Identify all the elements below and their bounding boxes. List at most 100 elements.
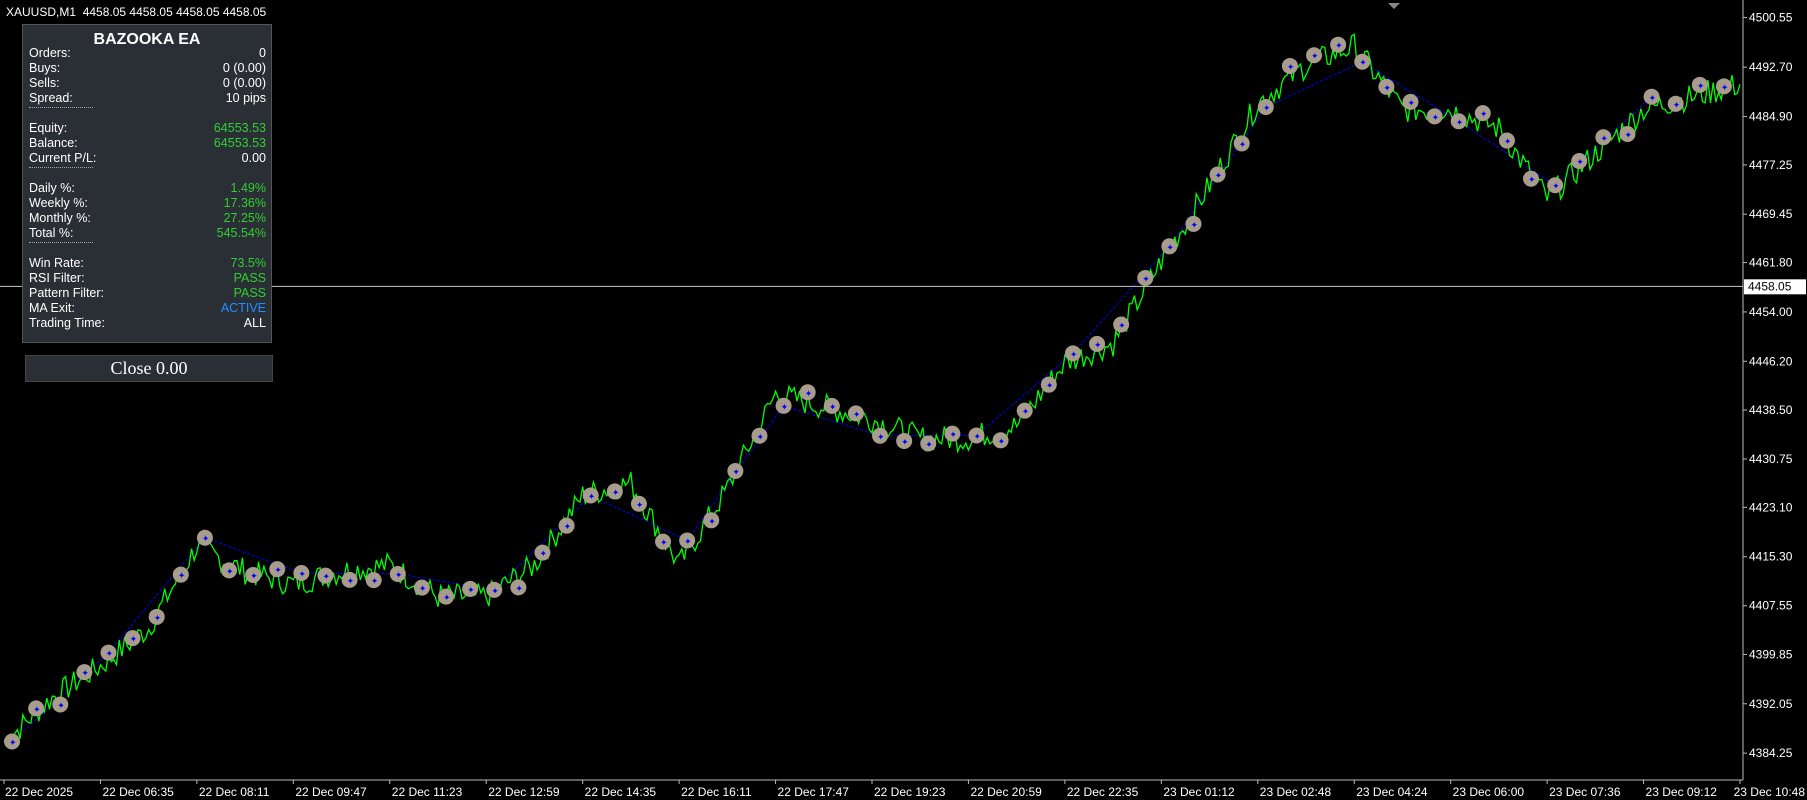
trade-arrow-icon: ✦ (178, 572, 186, 582)
trade-arrow-icon: ✦ (781, 403, 789, 413)
panel-row-daily-pct: Daily %: 1.49% (29, 181, 266, 196)
trade-arrow-icon: ✦ (371, 577, 379, 587)
time-tick-label: 22 Dec 08:11 (199, 785, 270, 799)
trade-arrow-icon: ✦ (901, 438, 909, 448)
trade-arrow-icon: ✦ (636, 501, 644, 511)
trade-arrow-icon: ✦ (322, 573, 330, 583)
time-tick-label: 23 Dec 09:12 (1646, 785, 1718, 799)
time-tick-label: 22 Dec 09:47 (295, 785, 367, 799)
price-tick-label: 4492.70 (1749, 60, 1793, 74)
trade-arrow-icon: ✦ (515, 584, 523, 594)
trade-arrow-icon: ✦ (853, 410, 861, 420)
trade-arrow-icon: ✦ (33, 705, 41, 715)
trade-arrow-icon: ✦ (1239, 140, 1247, 150)
trade-arrow-icon: ✦ (1624, 131, 1632, 141)
panel-label-daily-pct: Daily %: (29, 181, 75, 195)
time-tick-label: 22 Dec 12:59 (488, 785, 560, 799)
panel-row-sells: Sells: 0 (0.00) (29, 76, 266, 91)
trade-arrow-icon: ✦ (1456, 118, 1464, 128)
trade-arrow-icon: ✦ (708, 517, 716, 527)
time-tick-label: 22 Dec 22:35 (1067, 785, 1139, 799)
time-tick-label: 23 Dec 10:48 (1734, 785, 1806, 799)
trade-arrow-icon: ✦ (1552, 182, 1560, 192)
trade-arrow-icon: ✦ (973, 432, 981, 442)
panel-value-balance: 64553.53 (213, 136, 266, 150)
trade-arrow-icon: ✦ (1480, 110, 1488, 120)
panel-label-balance: Balance: (29, 136, 78, 150)
panel-value-monthly-pct: 27.25% (223, 211, 266, 225)
time-tick-label: 23 Dec 07:36 (1549, 785, 1621, 799)
panel-row-buys: Buys: 0 (0.00) (29, 61, 266, 76)
panel-row-balance: Balance: 64553.53 (29, 136, 266, 151)
trade-arrow-icon: ✦ (539, 550, 547, 560)
time-tick-label: 22 Dec 20:59 (970, 785, 1042, 799)
trade-arrow-icon: ✦ (443, 594, 451, 604)
panel-row-total-pct: Total %: 545.54% (29, 226, 266, 241)
trade-arrow-icon: ✦ (684, 537, 692, 547)
price-tick-label: 4461.80 (1749, 256, 1793, 270)
panel-value-spread: 10 pips (225, 91, 266, 105)
trade-arrow-icon: ✦ (202, 535, 210, 545)
trade-arrow-icon: ✦ (1432, 113, 1440, 123)
panel-label-trading-time: Trading Time: (29, 316, 105, 330)
panel-label-rsi-filter: RSI Filter: (29, 271, 85, 285)
price-tick-label: 4454.00 (1749, 305, 1793, 319)
panel-value-total-pct: 545.54% (216, 226, 266, 240)
trade-arrow-icon: ✦ (130, 635, 138, 645)
price-tick-label: 4423.10 (1749, 500, 1793, 514)
price-tick-label: 4446.20 (1749, 354, 1793, 368)
time-tick-label: 23 Dec 06:00 (1453, 785, 1525, 799)
price-tick-label: 4484.90 (1749, 109, 1793, 123)
trade-arrow-icon: ✦ (395, 571, 403, 581)
trade-arrow-icon: ✦ (57, 701, 65, 711)
trade-arrow-icon: ✦ (1070, 350, 1078, 360)
trade-arrow-icon: ✦ (1335, 42, 1343, 52)
trade-arrow-icon: ✦ (1022, 408, 1030, 418)
time-tick-label: 22 Dec 14:35 (585, 785, 657, 799)
chart-symbol-header: XAUUSD,M1 4458.05 4458.05 4458.05 4458.0… (6, 5, 266, 19)
trade-arrow-icon: ✦ (1528, 176, 1536, 186)
time-tick-label: 22 Dec 16:11 (681, 785, 752, 799)
panel-value-pattern-filter: PASS (233, 286, 266, 300)
time-tick-label: 22 Dec 17:47 (778, 785, 850, 799)
panel-value-daily-pct: 1.49% (230, 181, 266, 195)
panel-row-orders: Orders: 0 (29, 46, 266, 61)
panel-label-current-pl: Current P/L: (29, 151, 97, 165)
panel-separator (29, 167, 93, 168)
trade-arrow-icon: ✦ (105, 650, 113, 660)
trade-arrow-icon: ✦ (226, 567, 234, 577)
panel-value-equity: 64553.53 (213, 121, 266, 135)
panel-label-equity: Equity: (29, 121, 68, 135)
trade-arrow-icon: ✦ (877, 433, 885, 443)
trade-arrow-icon: ✦ (419, 585, 427, 595)
ohlc-values: 4458.05 4458.05 4458.05 4458.05 (82, 5, 267, 19)
panel-value-orders: 0 (259, 46, 266, 60)
panel-row-equity: Equity: 64553.53 (29, 121, 266, 136)
trade-arrow-icon: ✦ (1166, 243, 1174, 253)
panel-value-ma-exit: ACTIVE (220, 301, 266, 315)
panel-value-win-rate: 73.5% (230, 256, 266, 270)
time-tick-label: 22 Dec 19:23 (874, 785, 946, 799)
trade-arrow-icon: ✦ (1287, 63, 1295, 73)
close-all-button[interactable]: Close 0.00 (25, 355, 273, 382)
price-tick-label: 4500.55 (1749, 10, 1793, 24)
time-tick-label: 23 Dec 02:48 (1260, 785, 1332, 799)
trade-arrow-icon: ✦ (660, 539, 668, 549)
panel-value-weekly-pct: 17.36% (223, 196, 266, 210)
trade-arrow-icon: ✦ (1359, 59, 1367, 69)
panel-row-monthly-pct: Monthly %: 27.25% (29, 211, 266, 226)
panel-label-win-rate: Win Rate: (29, 256, 84, 270)
trade-arrow-icon: ✦ (949, 431, 957, 441)
trade-arrow-icon: ✦ (1142, 275, 1150, 285)
panel-separator (29, 107, 93, 108)
trade-arrow-icon: ✦ (1190, 221, 1198, 231)
trade-arrow-icon: ✦ (250, 572, 258, 582)
trade-arrow-icon: ✦ (564, 523, 572, 533)
trade-arrow-icon: ✦ (1600, 134, 1608, 144)
price-tick-label: 4477.25 (1749, 158, 1793, 172)
trade-arrow-icon: ✦ (998, 437, 1006, 447)
trade-arrow-icon: ✦ (1649, 94, 1657, 104)
trade-arrow-icon: ✦ (588, 492, 596, 502)
trade-arrow-icon: ✦ (274, 566, 282, 576)
price-tick-label: 4399.85 (1749, 647, 1793, 661)
